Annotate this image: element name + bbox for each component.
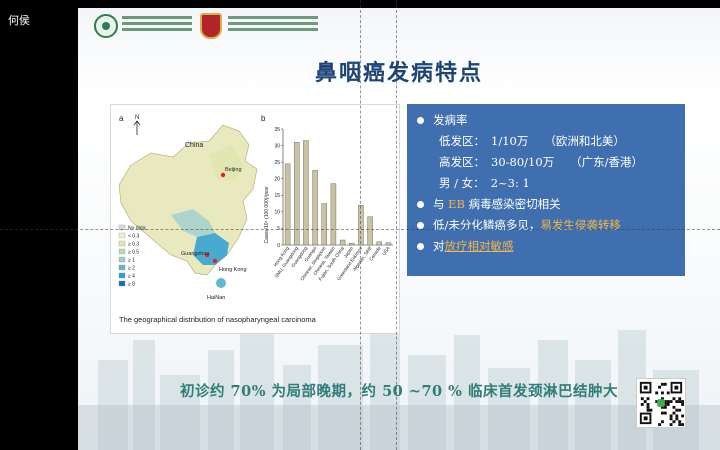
chart-y-tick-label: 15 (274, 193, 280, 199)
map-legend: No data< 0.3≥ 0.3≥ 0.5≥ 1≥ 2≥ 4≥ 8 (118, 224, 146, 288)
map-label-china: China (185, 142, 203, 149)
north-arrow-label: N (135, 115, 139, 121)
map-label-hainan: HaiNan (207, 295, 225, 301)
chart-y-tick-label: 20 (274, 177, 280, 183)
chart-y-tick-label: 35 (274, 127, 280, 133)
map-legend-label: ≥ 4 (128, 274, 135, 280)
guide-line-vertical-right (396, 0, 397, 450)
info-line: 男 / 女： 2~3: 1 (415, 173, 677, 194)
hongkong-marker (212, 258, 218, 264)
map-label-guangzhou: Guangzhou (181, 251, 209, 257)
info-line-label: 男 / 女： (439, 176, 485, 190)
chart-y-tick-label: 10 (274, 210, 280, 216)
map-legend-label: < 0.3 (128, 234, 139, 240)
chart-bar (376, 241, 382, 246)
map-legend-swatch (118, 232, 126, 239)
info-line: 高发区： 30-80/10万 （广东/香港） (415, 152, 677, 173)
chart-bar (339, 239, 346, 246)
info-line: 与 EB 病毒感染密切相关 (415, 194, 677, 215)
info-line-text: 病毒感染密切相关 (465, 197, 561, 211)
map-legend-swatch (118, 256, 126, 263)
info-line: 对放疗相对敏感 (415, 236, 677, 257)
info-line-highlight: 放疗相对敏感 (444, 239, 514, 253)
npc-features-box: 发病率低发区： 1/10万 （欧洲和北美） 高发区： 30-80/10万 （广东/香港） 男… (407, 104, 685, 276)
panel-a-label: a (119, 114, 124, 123)
map-legend-swatch (118, 248, 126, 255)
hospital-name-mark (122, 16, 192, 36)
chart-x-tick-label: USA (381, 245, 391, 256)
panel-b-label: b (261, 114, 266, 123)
info-line-label: 低发区： (439, 134, 485, 148)
chart-bar (284, 163, 291, 246)
university-crest-icon (200, 13, 222, 39)
university-name-mark (228, 16, 318, 36)
info-line-value: 30-80/10万 (491, 155, 555, 169)
info-line-value: 2~3: 1 (490, 176, 530, 190)
info-line: 发病率 (415, 110, 677, 131)
meeting-video-frame: 何侯 鼻咽癌发病特点 a N China Beijing Guangzhou H… (0, 0, 720, 450)
info-line-text: 对 (433, 239, 445, 253)
figure-caption: The geographical distribution of nasopha… (119, 315, 316, 324)
map-legend-label: ≥ 0.5 (128, 250, 139, 256)
info-line-note: （广东/香港） (570, 155, 644, 169)
guide-line-vertical-center (360, 0, 361, 450)
npc-distribution-figure: a N China Beijing Guangzhou Hong Kong Ha… (110, 104, 400, 334)
info-line-value: 1/10万 (491, 134, 529, 148)
chart-y-tick-label: 0 (277, 243, 280, 249)
chart-bar (330, 183, 337, 246)
hospital-emblem-icon (94, 14, 118, 38)
map-label-beijing: Beijing (225, 167, 242, 173)
chart-bar (312, 170, 318, 246)
info-line: 低/未分化鳞癌多见，易发生侵袭转移 (415, 215, 677, 236)
info-line-highlight: EB (448, 197, 466, 211)
map-legend-swatch (118, 264, 126, 271)
info-line-label: 高发区： (439, 155, 485, 169)
map-legend-swatch (118, 240, 126, 247)
figure-graphics: a N China Beijing Guangzhou Hong Kong Ha… (118, 114, 393, 301)
slide-title: 鼻咽癌发病特点 (314, 60, 483, 86)
qr-code-icon (636, 378, 686, 428)
chart-y-tick-label: 30 (274, 143, 280, 149)
map-legend-label: ≥ 2 (128, 266, 135, 272)
hainan-island-shape (216, 278, 226, 288)
info-line-text: 发病率 (433, 113, 468, 127)
presenter-name-label: 何侯 (8, 14, 30, 27)
map-legend-label: ≥ 1 (128, 258, 135, 264)
map-legend-swatch (118, 280, 126, 287)
chart-bar (367, 216, 373, 246)
chart-y-tick-label: 25 (274, 160, 280, 166)
chart-y-axis-label: Cases/10⁵ (100 000)/year (264, 186, 270, 243)
map-legend-label: ≥ 0.3 (128, 242, 139, 248)
chart-bar (321, 203, 327, 246)
info-line-text: 与 (433, 197, 449, 211)
slide-summary-text: 初诊约 70% 为局部晚期，约 50 ~70 % 临床首发颈淋巴结肿大 (179, 383, 619, 400)
north-arrow-icon (133, 120, 141, 135)
map-label-hongkong: Hong Kong (219, 267, 247, 273)
info-line: 低发区： 1/10万 （欧洲和北美） (415, 131, 677, 152)
info-line-note: （欧洲和北美） (544, 134, 625, 148)
map-legend-swatch (118, 272, 126, 279)
map-legend-label: ≥ 8 (128, 282, 135, 288)
beijing-marker (220, 172, 226, 178)
chart-bar (385, 242, 392, 246)
incidence-bar-chart: 05101520253035Hong KongSMU, GuangdongGua… (273, 127, 393, 282)
chart-bar (349, 243, 355, 246)
